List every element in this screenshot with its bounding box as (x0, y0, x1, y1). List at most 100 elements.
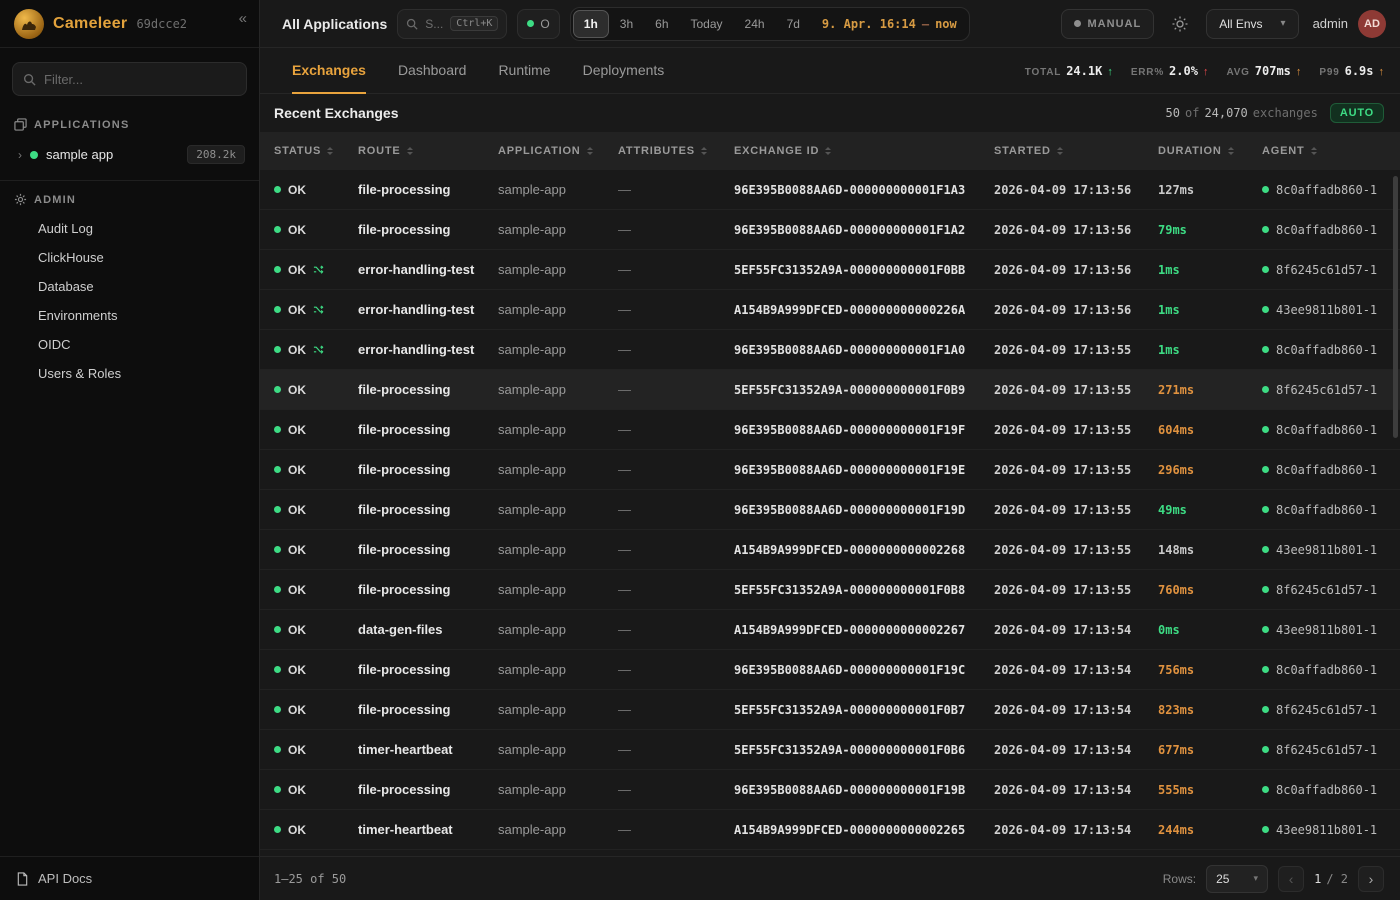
started-cell: 2026-04-09 17:13:56 (994, 183, 1158, 197)
column-header[interactable]: EXCHANGE ID (734, 145, 994, 157)
application-cell: sample-app (498, 542, 618, 557)
sidebar-filter[interactable] (12, 62, 247, 96)
table-row[interactable]: OK file-processing sample-app — 96E395B0… (260, 770, 1400, 810)
column-header[interactable]: DURATION (1158, 145, 1262, 157)
tab[interactable]: Exchanges (292, 48, 366, 94)
table-row[interactable]: OK file-processing sample-app — 96E395B0… (260, 410, 1400, 450)
environment-select[interactable]: All Envs ▾ (1206, 9, 1298, 39)
exchange-id-cell: 5EF55FC31352A9A-000000000001F0B6 (734, 743, 994, 757)
previous-page-button[interactable]: ‹ (1278, 866, 1304, 892)
auto-refresh-badge[interactable]: AUTO (1330, 103, 1384, 123)
table-row[interactable]: OK error-handling-test sample-app — 5EF5… (260, 250, 1400, 290)
column-header[interactable]: AGENT (1262, 145, 1400, 157)
table-row[interactable]: OK error-handling-test sample-app — A154… (260, 290, 1400, 330)
date-range-display[interactable]: 9. Apr. 16:14 — now (812, 17, 967, 31)
filter-input[interactable] (44, 72, 236, 87)
search-icon (406, 18, 418, 30)
sidebar-item-sample-app[interactable]: › sample app 208.2k (0, 139, 259, 170)
column-header[interactable]: STATUS (274, 145, 358, 157)
status-cell: OK (274, 423, 358, 437)
admin-menu: Audit Log ClickHouse Database Environmen… (0, 214, 259, 388)
time-range-button[interactable]: 3h (609, 10, 644, 38)
table-row[interactable]: OK file-processing sample-app — 96E395B0… (260, 450, 1400, 490)
column-header[interactable]: APPLICATION (498, 145, 618, 157)
table-row[interactable]: OK file-processing sample-app — 96E395B0… (260, 170, 1400, 210)
table-row[interactable]: OK file-processing sample-app — 5EF55FC3… (260, 570, 1400, 610)
agent-status-dot (1262, 226, 1269, 233)
admin-menu-item[interactable]: Environments (0, 301, 259, 330)
table-row[interactable]: OK timer-heartbeat sample-app — 5EF55FC3… (260, 730, 1400, 770)
application-cell: sample-app (498, 822, 618, 837)
tab[interactable]: Dashboard (398, 48, 467, 94)
started-cell: 2026-04-09 17:13:55 (994, 423, 1158, 437)
route-cell: file-processing (358, 462, 498, 477)
column-header[interactable]: ATTRIBUTES (618, 145, 734, 157)
global-search-input[interactable]: S... Ctrl+K (397, 9, 507, 39)
status-ok-dot (274, 186, 281, 193)
status-ok-dot (274, 466, 281, 473)
stats-strip: TOTAL 24.1K ↑ ERR% 2.0% ↑ AVG 707ms ↑ (1025, 64, 1384, 78)
live-toggle[interactable]: O (517, 9, 559, 39)
table-row[interactable]: OK file-processing sample-app — 96E395B0… (260, 490, 1400, 530)
status-ok-dot (274, 306, 281, 313)
tab[interactable]: Runtime (498, 48, 550, 94)
admin-menu-item[interactable]: Database (0, 272, 259, 301)
manual-label: MANUAL (1088, 18, 1142, 30)
table-row[interactable]: OK file-processing sample-app — 96E395B0… (260, 210, 1400, 250)
table-row[interactable]: OK timer-heartbeat sample-app — A154B9A9… (260, 810, 1400, 850)
vertical-scrollbar[interactable] (1393, 176, 1398, 438)
applications-section-label: APPLICATIONS (34, 119, 129, 131)
agent-cell: 8f6245c61d57-1 (1262, 583, 1400, 597)
application-cell: sample-app (498, 782, 618, 797)
agent-id: 43ee9811b801-1 (1276, 303, 1377, 317)
stat: AVG 707ms ↑ (1226, 64, 1301, 78)
table-row[interactable]: OK data-gen-files sample-app — A154B9A99… (260, 610, 1400, 650)
exchange-id-cell: 96E395B0088AA6D-000000000001F1A2 (734, 223, 994, 237)
tab[interactable]: Deployments (583, 48, 665, 94)
time-range-button[interactable]: Today (680, 10, 734, 38)
table-row[interactable]: OK file-processing sample-app — 5EF55FC3… (260, 370, 1400, 410)
chevron-right-icon[interactable]: › (18, 148, 22, 162)
range-separator: — (922, 17, 929, 31)
sort-icon (327, 147, 333, 155)
agent-status-dot (1262, 426, 1269, 433)
started-cell: 2026-04-09 17:13:55 (994, 543, 1158, 557)
started-cell: 2026-04-09 17:13:55 (994, 383, 1158, 397)
time-range-button[interactable]: 7d (776, 10, 811, 38)
stat: TOTAL 24.1K ↑ (1025, 64, 1113, 78)
column-header[interactable]: ROUTE (358, 145, 498, 157)
table-row[interactable]: OK file-processing sample-app — A154B9A9… (260, 530, 1400, 570)
branch-icon (313, 304, 324, 315)
time-range-button[interactable]: 24h (734, 10, 776, 38)
column-header[interactable]: STARTED (994, 145, 1158, 157)
attributes-cell: — (618, 782, 734, 797)
time-range-button[interactable]: 1h (573, 10, 609, 38)
api-docs-link[interactable]: API Docs (0, 856, 259, 900)
stat-value: 24.1K (1066, 64, 1102, 78)
table-row[interactable]: OK error-handling-test sample-app — 96E3… (260, 330, 1400, 370)
trend-up-icon: ↑ (1296, 66, 1302, 78)
next-page-button[interactable]: › (1358, 866, 1384, 892)
avatar[interactable]: AD (1358, 10, 1386, 38)
status-ok-dot (274, 826, 281, 833)
table-row[interactable]: OK file-processing sample-app — 5EF55FC3… (260, 690, 1400, 730)
theme-toggle-button[interactable] (1164, 9, 1196, 39)
admin-menu-item[interactable]: Audit Log (0, 214, 259, 243)
live-toggle-label: O (540, 17, 549, 31)
app-name-label: sample app (46, 147, 179, 162)
time-range-button[interactable]: 6h (644, 10, 679, 38)
admin-menu-item[interactable]: ClickHouse (0, 243, 259, 272)
admin-menu-item[interactable]: OIDC (0, 330, 259, 359)
table-row[interactable]: OK file-processing sample-app — 96E395B0… (260, 650, 1400, 690)
manual-status-dot (1074, 20, 1081, 27)
rows-per-page-select[interactable]: 25 ▾ (1206, 865, 1268, 893)
attributes-cell: — (618, 502, 734, 517)
manual-refresh-button[interactable]: MANUAL (1061, 9, 1155, 39)
route-cell: error-handling-test (358, 262, 498, 277)
admin-menu-item[interactable]: Users & Roles (0, 359, 259, 388)
sidebar-collapse-icon[interactable]: « (239, 10, 247, 27)
sidebar-header: Cameleer 69dcce2 « (0, 0, 259, 48)
started-cell: 2026-04-09 17:13:54 (994, 623, 1158, 637)
agent-id: 8c0affadb860-1 (1276, 423, 1377, 437)
agent-id: 43ee9811b801-1 (1276, 543, 1377, 557)
